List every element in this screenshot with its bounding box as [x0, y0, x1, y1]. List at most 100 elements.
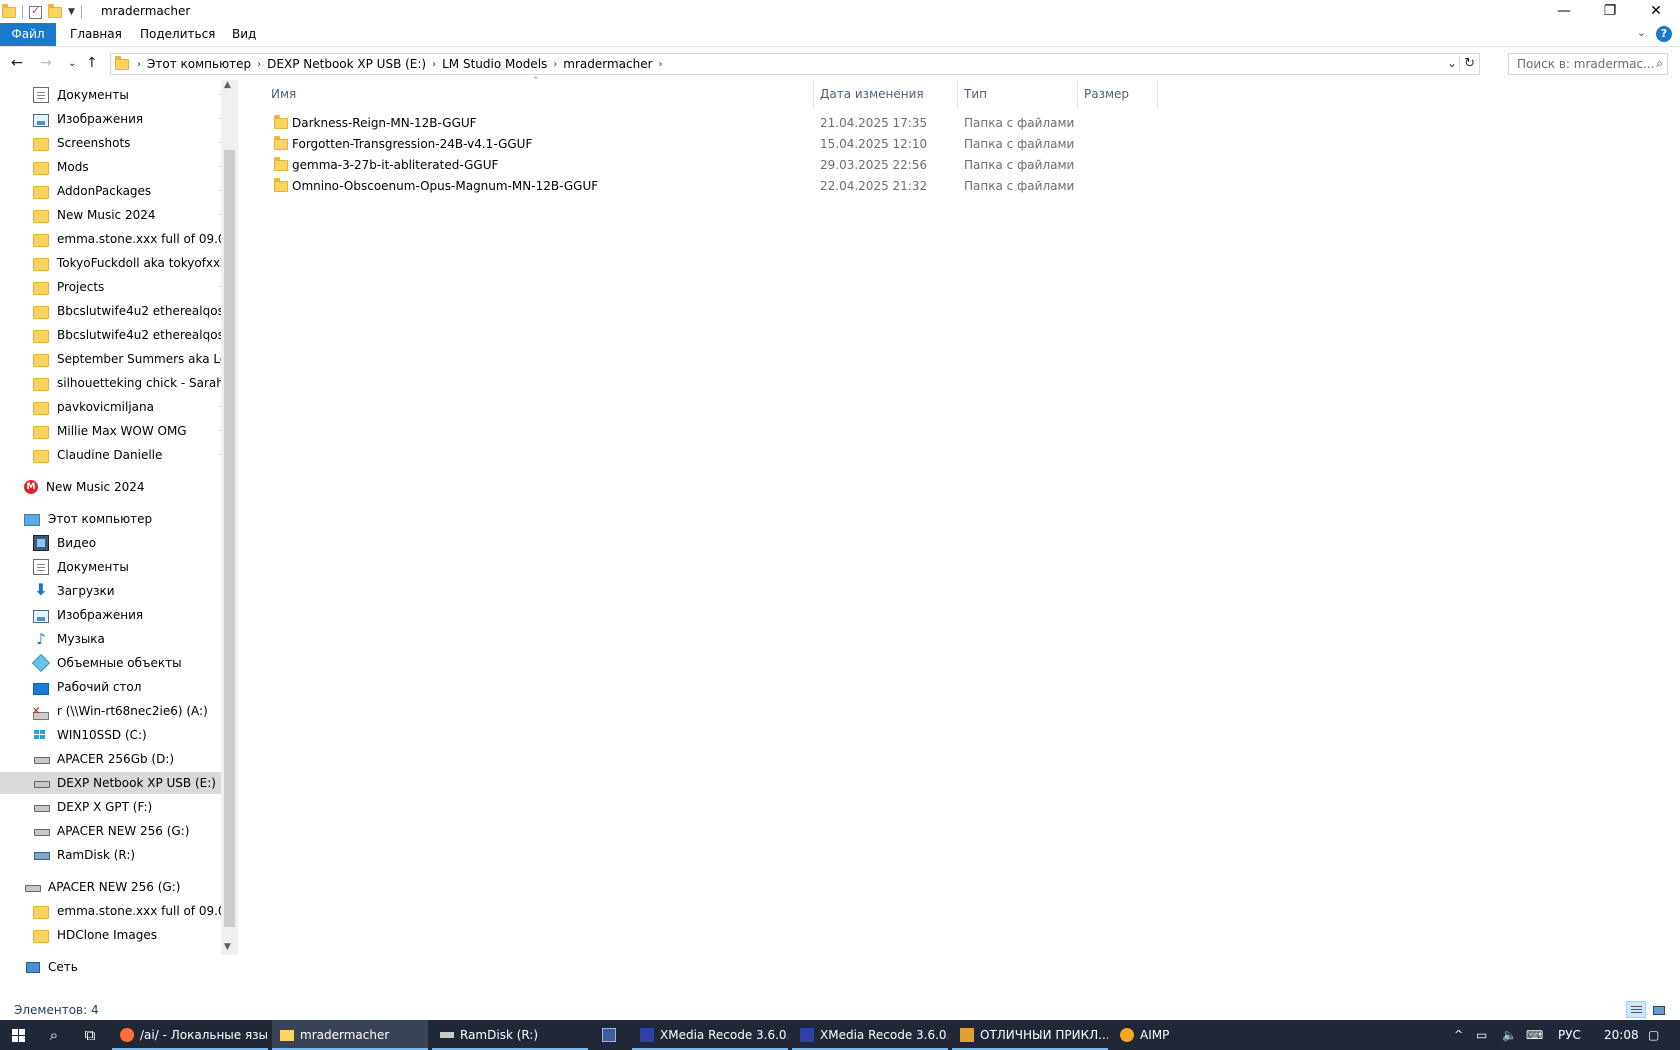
address-dropdown-chevron-icon[interactable]: ⌄	[1447, 56, 1457, 70]
tab-view[interactable]: Вид	[222, 23, 266, 46]
search-icon[interactable]: ⌕	[1656, 56, 1663, 71]
file-row[interactable]: Forgotten-Transgression-24B-v4.1-GGUF 15…	[268, 134, 1076, 154]
sidebar-item-documents[interactable]: Документы	[0, 556, 232, 578]
scroll-up-icon[interactable]: ▲	[224, 80, 231, 90]
breadcrumb-mradermacher[interactable]: mradermacher	[559, 57, 656, 71]
column-header-type[interactable]: Тип	[958, 80, 1078, 108]
sidebar-item-folder[interactable]: emma.stone.xxx full of 09.03.25	[0, 900, 232, 922]
taskbar-item-aimp[interactable]: AIMP	[1112, 1020, 1202, 1050]
search-input[interactable]: Поиск в: mradermac... ⌕	[1508, 53, 1668, 75]
refresh-icon[interactable]: ↻	[1459, 56, 1475, 71]
sidebar-item-drive-g[interactable]: APACER NEW 256 (G:)	[0, 820, 232, 842]
taskbar-item-firefox[interactable]: /ai/ - Локальные язы...	[112, 1020, 268, 1050]
sidebar-item-documents[interactable]: Документы📌	[0, 84, 232, 106]
notifications-icon[interactable]: ▢	[1648, 1020, 1659, 1050]
taskbar-item-xmedia-recode[interactable]: XMedia Recode 3.6.0....	[632, 1020, 788, 1050]
recent-locations-chevron-icon[interactable]: ⌄	[68, 58, 76, 69]
sidebar-item-drive-f[interactable]: DEXP X GPT (F:)	[0, 796, 232, 818]
task-view-icon[interactable]: ⧉	[72, 1020, 108, 1050]
sidebar-item-desktop[interactable]: Рабочий стол	[0, 676, 232, 698]
help-icon[interactable]: ?	[1656, 26, 1672, 42]
sidebar-scrollbar[interactable]: ▲ ▼	[221, 80, 238, 955]
column-header-size[interactable]: Размер	[1078, 80, 1158, 108]
sidebar-item-pictures[interactable]: Изображения📌	[0, 108, 232, 130]
sidebar-item-3d-objects[interactable]: Объемные объекты	[0, 652, 232, 674]
sidebar-item-pictures[interactable]: Изображения	[0, 604, 232, 626]
column-header-name[interactable]: Имя	[265, 80, 814, 108]
up-arrow-icon[interactable]: ↑	[86, 55, 98, 71]
sidebar-item-drive-d[interactable]: APACER 256Gb (D:)	[0, 748, 232, 770]
folder-icon	[115, 55, 129, 70]
new-folder-icon[interactable]	[48, 3, 62, 18]
breadcrumb-this-pc[interactable]: Этот компьютер	[143, 57, 255, 71]
scrollbar-thumb[interactable]	[224, 150, 235, 927]
start-button[interactable]	[0, 1020, 36, 1050]
sidebar-item-drive-e[interactable]: DEXP Netbook XP USB (E:)	[0, 772, 232, 794]
sidebar-item-drive-g-root[interactable]: APACER NEW 256 (G:)	[0, 876, 232, 898]
sidebar-item-network-drive-a[interactable]: r (\\Win-rt68nec2ie6) (A:)	[0, 700, 232, 722]
details-view-button[interactable]	[1626, 1001, 1646, 1018]
tab-share[interactable]: Поделиться	[130, 23, 225, 46]
file-row[interactable]: gemma-3-27b-it-abliterated-GGUF 29.03.20…	[268, 155, 1076, 175]
sidebar-item-mods[interactable]: Mods📌	[0, 156, 232, 178]
chevron-right-icon[interactable]: ›	[430, 59, 438, 70]
show-hidden-icons-chevron-icon[interactable]: ^	[1454, 1020, 1463, 1050]
sidebar-item-folder[interactable]: silhouetteking chick - Sarah Rei📌	[0, 372, 232, 394]
chevron-right-icon[interactable]: ›	[135, 59, 143, 70]
sidebar-item-projects[interactable]: Projects📌	[0, 276, 232, 298]
sidebar-item-drive-r[interactable]: RamDisk (R:)	[0, 844, 232, 866]
address-bar[interactable]: › Этот компьютер › DEXP Netbook XP USB (…	[110, 53, 1480, 75]
chevron-right-icon[interactable]: ›	[657, 59, 665, 70]
sidebar-item-folder[interactable]: Millie Max WOW OMG📌	[0, 420, 232, 442]
file-row[interactable]: Omnino-Obscoenum-Opus-Magnum-MN-12B-GGUF…	[268, 176, 1076, 196]
clock[interactable]: 20:08	[1604, 1020, 1639, 1050]
sidebar-item-folder[interactable]: Bbcslutwife4u2 etherealqos goo📌	[0, 324, 232, 346]
sidebar-item-folder[interactable]: Bbcslutwife4u2 etherealqos📌	[0, 300, 232, 322]
navigation-pane[interactable]: Документы📌 Изображения📌 Screenshots📌 Mod…	[0, 80, 232, 1000]
search-icon[interactable]: ⌕	[36, 1020, 72, 1050]
sidebar-item-mega[interactable]: M New Music 2024	[0, 476, 232, 498]
sidebar-item-downloads[interactable]: ⬇ Загрузки	[0, 580, 232, 602]
sidebar-item-folder[interactable]: emma.stone.xxx full of 09.03.25📌	[0, 228, 232, 250]
sidebar-item-videos[interactable]: Видео	[0, 532, 232, 554]
sidebar-item-addonpackages[interactable]: AddonPackages📌	[0, 180, 232, 202]
taskbar-item-video-editor[interactable]: ОТЛИЧНЫИ ПРИКЛ...	[952, 1020, 1108, 1050]
file-row[interactable]: Darkness-Reign-MN-12B-GGUF 21.04.2025 17…	[268, 113, 1076, 133]
language-indicator[interactable]: РУС	[1558, 1020, 1581, 1050]
keyboard-icon[interactable]: ⌨	[1526, 1020, 1543, 1050]
restore-button[interactable]: ❐	[1587, 0, 1633, 23]
taskbar-item-floppy[interactable]	[596, 1020, 624, 1050]
scroll-down-icon[interactable]: ▼	[224, 942, 231, 952]
network-tray-icon[interactable]: ▭	[1476, 1020, 1487, 1050]
tab-home[interactable]: Главная	[60, 23, 132, 46]
breadcrumb-drive-e[interactable]: DEXP Netbook XP USB (E:)	[263, 57, 430, 71]
sidebar-item-music[interactable]: ♪ Музыка	[0, 628, 232, 650]
sidebar-item-folder[interactable]: TokyoFuckdoll aka tokyofxxxdc📌	[0, 252, 232, 274]
back-arrow-icon[interactable]: ←	[11, 55, 23, 71]
customize-toolbar-chevron-icon[interactable]: ▼	[68, 7, 75, 17]
sidebar-item-new-music-2024[interactable]: New Music 2024📌	[0, 204, 232, 226]
forward-arrow-icon[interactable]: →	[40, 55, 52, 71]
sidebar-item-folder[interactable]: pavkovicmiljana📌	[0, 396, 232, 418]
properties-icon[interactable]	[29, 4, 42, 19]
expand-ribbon-chevron-icon[interactable]: ⌄	[1637, 26, 1646, 39]
chevron-right-icon[interactable]: ›	[255, 59, 263, 70]
column-header-date[interactable]: Дата изменения	[814, 80, 958, 108]
sidebar-item-this-pc[interactable]: Этот компьютер	[0, 508, 232, 530]
sidebar-item-hdclone-images[interactable]: HDClone Images	[0, 924, 232, 946]
taskbar-item-xmedia-recode[interactable]: XMedia Recode 3.6.0....	[792, 1020, 948, 1050]
sidebar-item-drive-c[interactable]: WIN10SSD (C:)	[0, 724, 232, 746]
tab-file[interactable]: Файл	[0, 23, 56, 46]
sidebar-item-network[interactable]: Сеть	[0, 956, 232, 978]
taskbar-item-explorer[interactable]: mradermacher	[272, 1020, 428, 1050]
close-button[interactable]: ✕	[1633, 0, 1679, 23]
sidebar-item-folder[interactable]: Claudine Danielle📌	[0, 444, 232, 466]
sidebar-item-screenshots[interactable]: Screenshots📌	[0, 132, 232, 154]
chevron-right-icon[interactable]: ›	[551, 59, 559, 70]
volume-icon[interactable]: 🔈	[1502, 1020, 1517, 1050]
minimize-button[interactable]: —	[1541, 0, 1587, 23]
large-icons-view-button[interactable]	[1648, 1001, 1668, 1018]
sidebar-item-folder[interactable]: September Summers aka Lovin📌	[0, 348, 232, 370]
taskbar-item-ramdisk[interactable]: RamDisk (R:)	[432, 1020, 588, 1050]
breadcrumb-lm-studio-models[interactable]: LM Studio Models	[438, 57, 551, 71]
